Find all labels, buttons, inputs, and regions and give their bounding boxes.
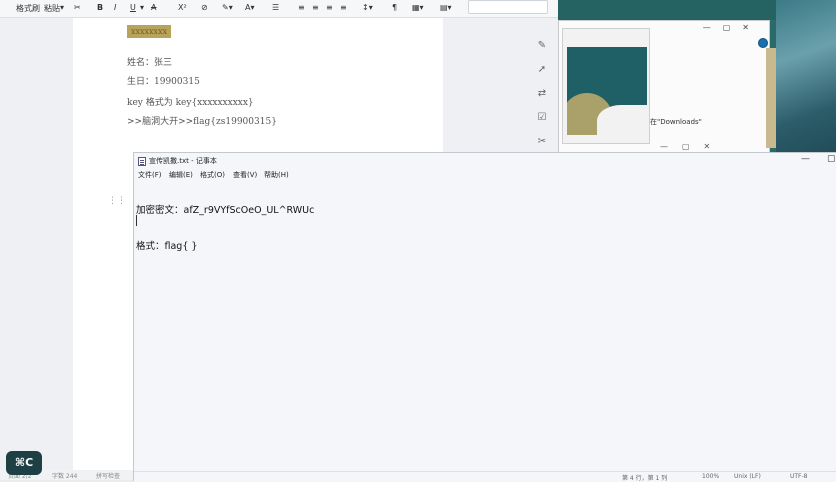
- menu-bar: 文件(F) 编辑(E) 格式(O) 查看(V) 帮助(H): [134, 169, 836, 180]
- cut-icon[interactable]: ✂: [74, 3, 81, 12]
- shading-icon[interactable]: ▤▾: [440, 3, 452, 12]
- pointer-icon[interactable]: ➚: [534, 64, 550, 88]
- image-preview-window[interactable]: [562, 28, 650, 144]
- doc-line-key-format: key 格式为 key{xxxxxxxxxx}: [127, 98, 254, 108]
- superscript-button[interactable]: X²: [178, 3, 187, 12]
- notepad-title-bar[interactable]: 宣传凯撒.txt - 记事本 — ▢: [134, 153, 836, 168]
- notepad-icon: [138, 157, 146, 166]
- line-spacing-icon[interactable]: ↕▾: [362, 3, 373, 12]
- chevron-down-icon[interactable]: ▾: [60, 3, 64, 12]
- text-editor[interactable]: 加密密文：afZ_r9VYfScOeO_UL^RWUc 格式：flag{ }: [136, 181, 314, 277]
- doc-line-name: 姓名：张三: [127, 58, 173, 68]
- check-icon[interactable]: ☑: [534, 112, 550, 136]
- strikethrough-button[interactable]: A: [151, 3, 156, 12]
- list-icon[interactable]: ☰: [272, 3, 279, 12]
- paste-button[interactable]: 粘贴: [44, 3, 60, 14]
- paragraph-icon[interactable]: ¶: [392, 3, 397, 12]
- window-controls[interactable]: —▢✕: [703, 23, 761, 32]
- wallpaper-region: [776, 0, 836, 160]
- word-count: 字数 244: [52, 473, 78, 480]
- minimize-icon[interactable]: —: [801, 154, 810, 164]
- bold-button[interactable]: B: [97, 3, 103, 12]
- menu-view[interactable]: 查看(V): [233, 170, 257, 180]
- format-line: 格式：flag{ }: [136, 241, 198, 252]
- menu-edit[interactable]: 编辑(E): [169, 170, 193, 180]
- status-icon: [758, 38, 768, 48]
- background-panel: [766, 48, 776, 148]
- justify-icon[interactable]: ≡: [340, 3, 347, 12]
- drag-handle-icon[interactable]: ⋮⋮: [108, 196, 126, 206]
- window-title: 宣传凯撒.txt - 记事本: [149, 157, 217, 165]
- downloads-label: 在"Downloads": [650, 118, 702, 126]
- cipher-text-line: 加密密文：afZ_r9VYfScOeO_UL^RWUc: [136, 205, 315, 216]
- window-controls[interactable]: —▢✕: [660, 142, 724, 151]
- maximize-icon[interactable]: ▢: [827, 154, 836, 164]
- shortcut-badge: ⌘C: [6, 451, 42, 475]
- style-selector[interactable]: [468, 0, 548, 14]
- highlighted-text: xxxxxxxx: [127, 25, 172, 38]
- cursor-position: 第 4 行，第 1 列: [622, 475, 668, 482]
- image-thumbnail: [567, 47, 647, 135]
- notepad-window[interactable]: 宣传凯撒.txt - 记事本 — ▢ 文件(F) 编辑(E) 格式(O) 查看(…: [133, 152, 836, 482]
- align-center-icon[interactable]: ≡: [312, 3, 319, 12]
- chevron-down-icon[interactable]: ▾: [140, 3, 144, 12]
- doc-line-birthday: 生日：19900315: [127, 77, 200, 87]
- encoding: UTF-8: [790, 473, 808, 480]
- menu-format[interactable]: 格式(O): [200, 170, 225, 180]
- clear-format-icon[interactable]: ⊘: [201, 3, 208, 12]
- format-painter-button[interactable]: 格式刷: [16, 3, 40, 14]
- font-color-icon[interactable]: A▾: [245, 3, 255, 12]
- border-icon[interactable]: ▦▾: [412, 3, 424, 12]
- underline-button[interactable]: U: [130, 3, 136, 12]
- highlight-color-icon[interactable]: ✎▾: [222, 3, 233, 12]
- text-caret: [136, 215, 137, 226]
- side-toolbar: ✎ ➚ ⇄ ☑ ✂: [534, 40, 550, 160]
- pen-icon[interactable]: ✎: [534, 40, 550, 64]
- doc-line-flag: >>脑洞大开>>flag{zs19900315}: [127, 117, 277, 127]
- align-left-icon[interactable]: ≡: [298, 3, 305, 12]
- italic-button[interactable]: I: [114, 3, 116, 12]
- zoom-level: 100%: [702, 473, 720, 480]
- align-right-icon[interactable]: ≡: [326, 3, 333, 12]
- menu-file[interactable]: 文件(F): [138, 170, 162, 180]
- menu-help[interactable]: 帮助(H): [264, 170, 289, 180]
- shuffle-icon[interactable]: ⇄: [534, 88, 550, 112]
- ribbon-toolbar: 格式刷 粘贴 ▾ ✂ B I U ▾ A X² ⊘ ✎▾ A▾ ☰ ≡ ≡ ≡ …: [0, 0, 560, 18]
- line-ending: Unix (LF): [734, 473, 761, 480]
- spell-check[interactable]: 拼写检查: [96, 471, 120, 480]
- notepad-status-bar: 第 4 行，第 1 列 100% Unix (LF) UTF-8: [134, 471, 836, 482]
